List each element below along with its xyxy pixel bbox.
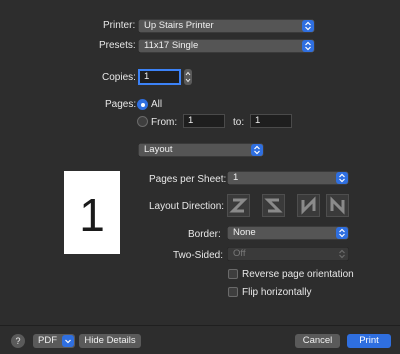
- two-sided-popup[interactable]: Off: [227, 247, 349, 261]
- pages-range-radio[interactable]: [137, 116, 148, 127]
- border-value: None: [233, 227, 256, 238]
- direction-s-icon: [264, 198, 283, 213]
- pages-all-radio[interactable]: [137, 99, 148, 110]
- pdf-label: PDF: [38, 335, 57, 346]
- border-popup[interactable]: None: [227, 226, 349, 240]
- presets-popup[interactable]: 11x17 Single: [138, 39, 315, 53]
- chevron-updown-icon: [336, 248, 348, 260]
- direction-z-icon: [229, 198, 248, 213]
- two-sided-label: Two-Sided:: [173, 250, 224, 261]
- section-value: Layout: [144, 144, 173, 155]
- two-sided-value: Off: [233, 248, 246, 259]
- layout-direction-label: Layout Direction:: [149, 201, 225, 212]
- printer-popup[interactable]: Up Stairs Printer: [138, 19, 315, 33]
- pages-all-label: All: [151, 99, 163, 110]
- help-button[interactable]: ?: [11, 334, 25, 348]
- pages-to-label: to:: [233, 117, 245, 128]
- copies-label: Copies:: [102, 72, 136, 83]
- reverse-orientation-label: Reverse page orientation: [242, 269, 354, 280]
- section-popup[interactable]: Layout: [138, 143, 264, 157]
- footer-divider: [0, 325, 400, 326]
- print-button[interactable]: Print: [347, 334, 391, 348]
- cancel-button[interactable]: Cancel: [295, 334, 340, 348]
- page-preview: 1: [64, 171, 120, 254]
- pages-per-sheet-label: Pages per Sheet:: [149, 174, 227, 185]
- direction-z-button[interactable]: [227, 194, 250, 217]
- chevron-updown-icon: [251, 144, 263, 156]
- chevron-down-icon: [62, 335, 74, 347]
- direction-n-reverse-button[interactable]: [326, 194, 349, 217]
- pages-to-field[interactable]: 1: [250, 114, 292, 128]
- pdf-menu-button[interactable]: PDF: [33, 334, 75, 348]
- hide-details-button[interactable]: Hide Details: [79, 334, 141, 348]
- pages-from-label: From:: [151, 117, 178, 128]
- chevron-updown-icon: [302, 40, 314, 52]
- printer-label: Printer:: [103, 20, 136, 31]
- stepper-arrows-icon: [185, 71, 191, 83]
- copies-field[interactable]: 1: [138, 69, 181, 85]
- direction-n-icon: [301, 196, 316, 215]
- pages-per-sheet-popup[interactable]: 1: [227, 171, 349, 185]
- print-dialog: Printer: Up Stairs Printer Presets: 11x1…: [0, 0, 400, 354]
- pages-per-sheet-value: 1: [233, 172, 239, 183]
- copies-stepper[interactable]: [184, 69, 192, 85]
- reverse-orientation-checkbox[interactable]: [228, 269, 238, 279]
- direction-n-button[interactable]: [297, 194, 320, 217]
- chevron-updown-icon: [336, 227, 348, 239]
- preview-page-number: 1: [79, 189, 105, 241]
- chevron-updown-icon: [336, 172, 348, 184]
- presets-label: Presets:: [99, 40, 136, 51]
- border-label: Border:: [188, 229, 221, 240]
- flip-horizontally-checkbox[interactable]: [228, 287, 238, 297]
- printer-value: Up Stairs Printer: [144, 20, 214, 31]
- flip-horizontally-label: Flip horizontally: [242, 287, 312, 298]
- presets-value: 11x17 Single: [144, 40, 199, 51]
- chevron-updown-icon: [302, 20, 314, 32]
- pages-from-field[interactable]: 1: [183, 114, 225, 128]
- direction-s-button[interactable]: [262, 194, 285, 217]
- direction-n-reverse-icon: [330, 196, 345, 215]
- pages-label: Pages:: [105, 99, 137, 110]
